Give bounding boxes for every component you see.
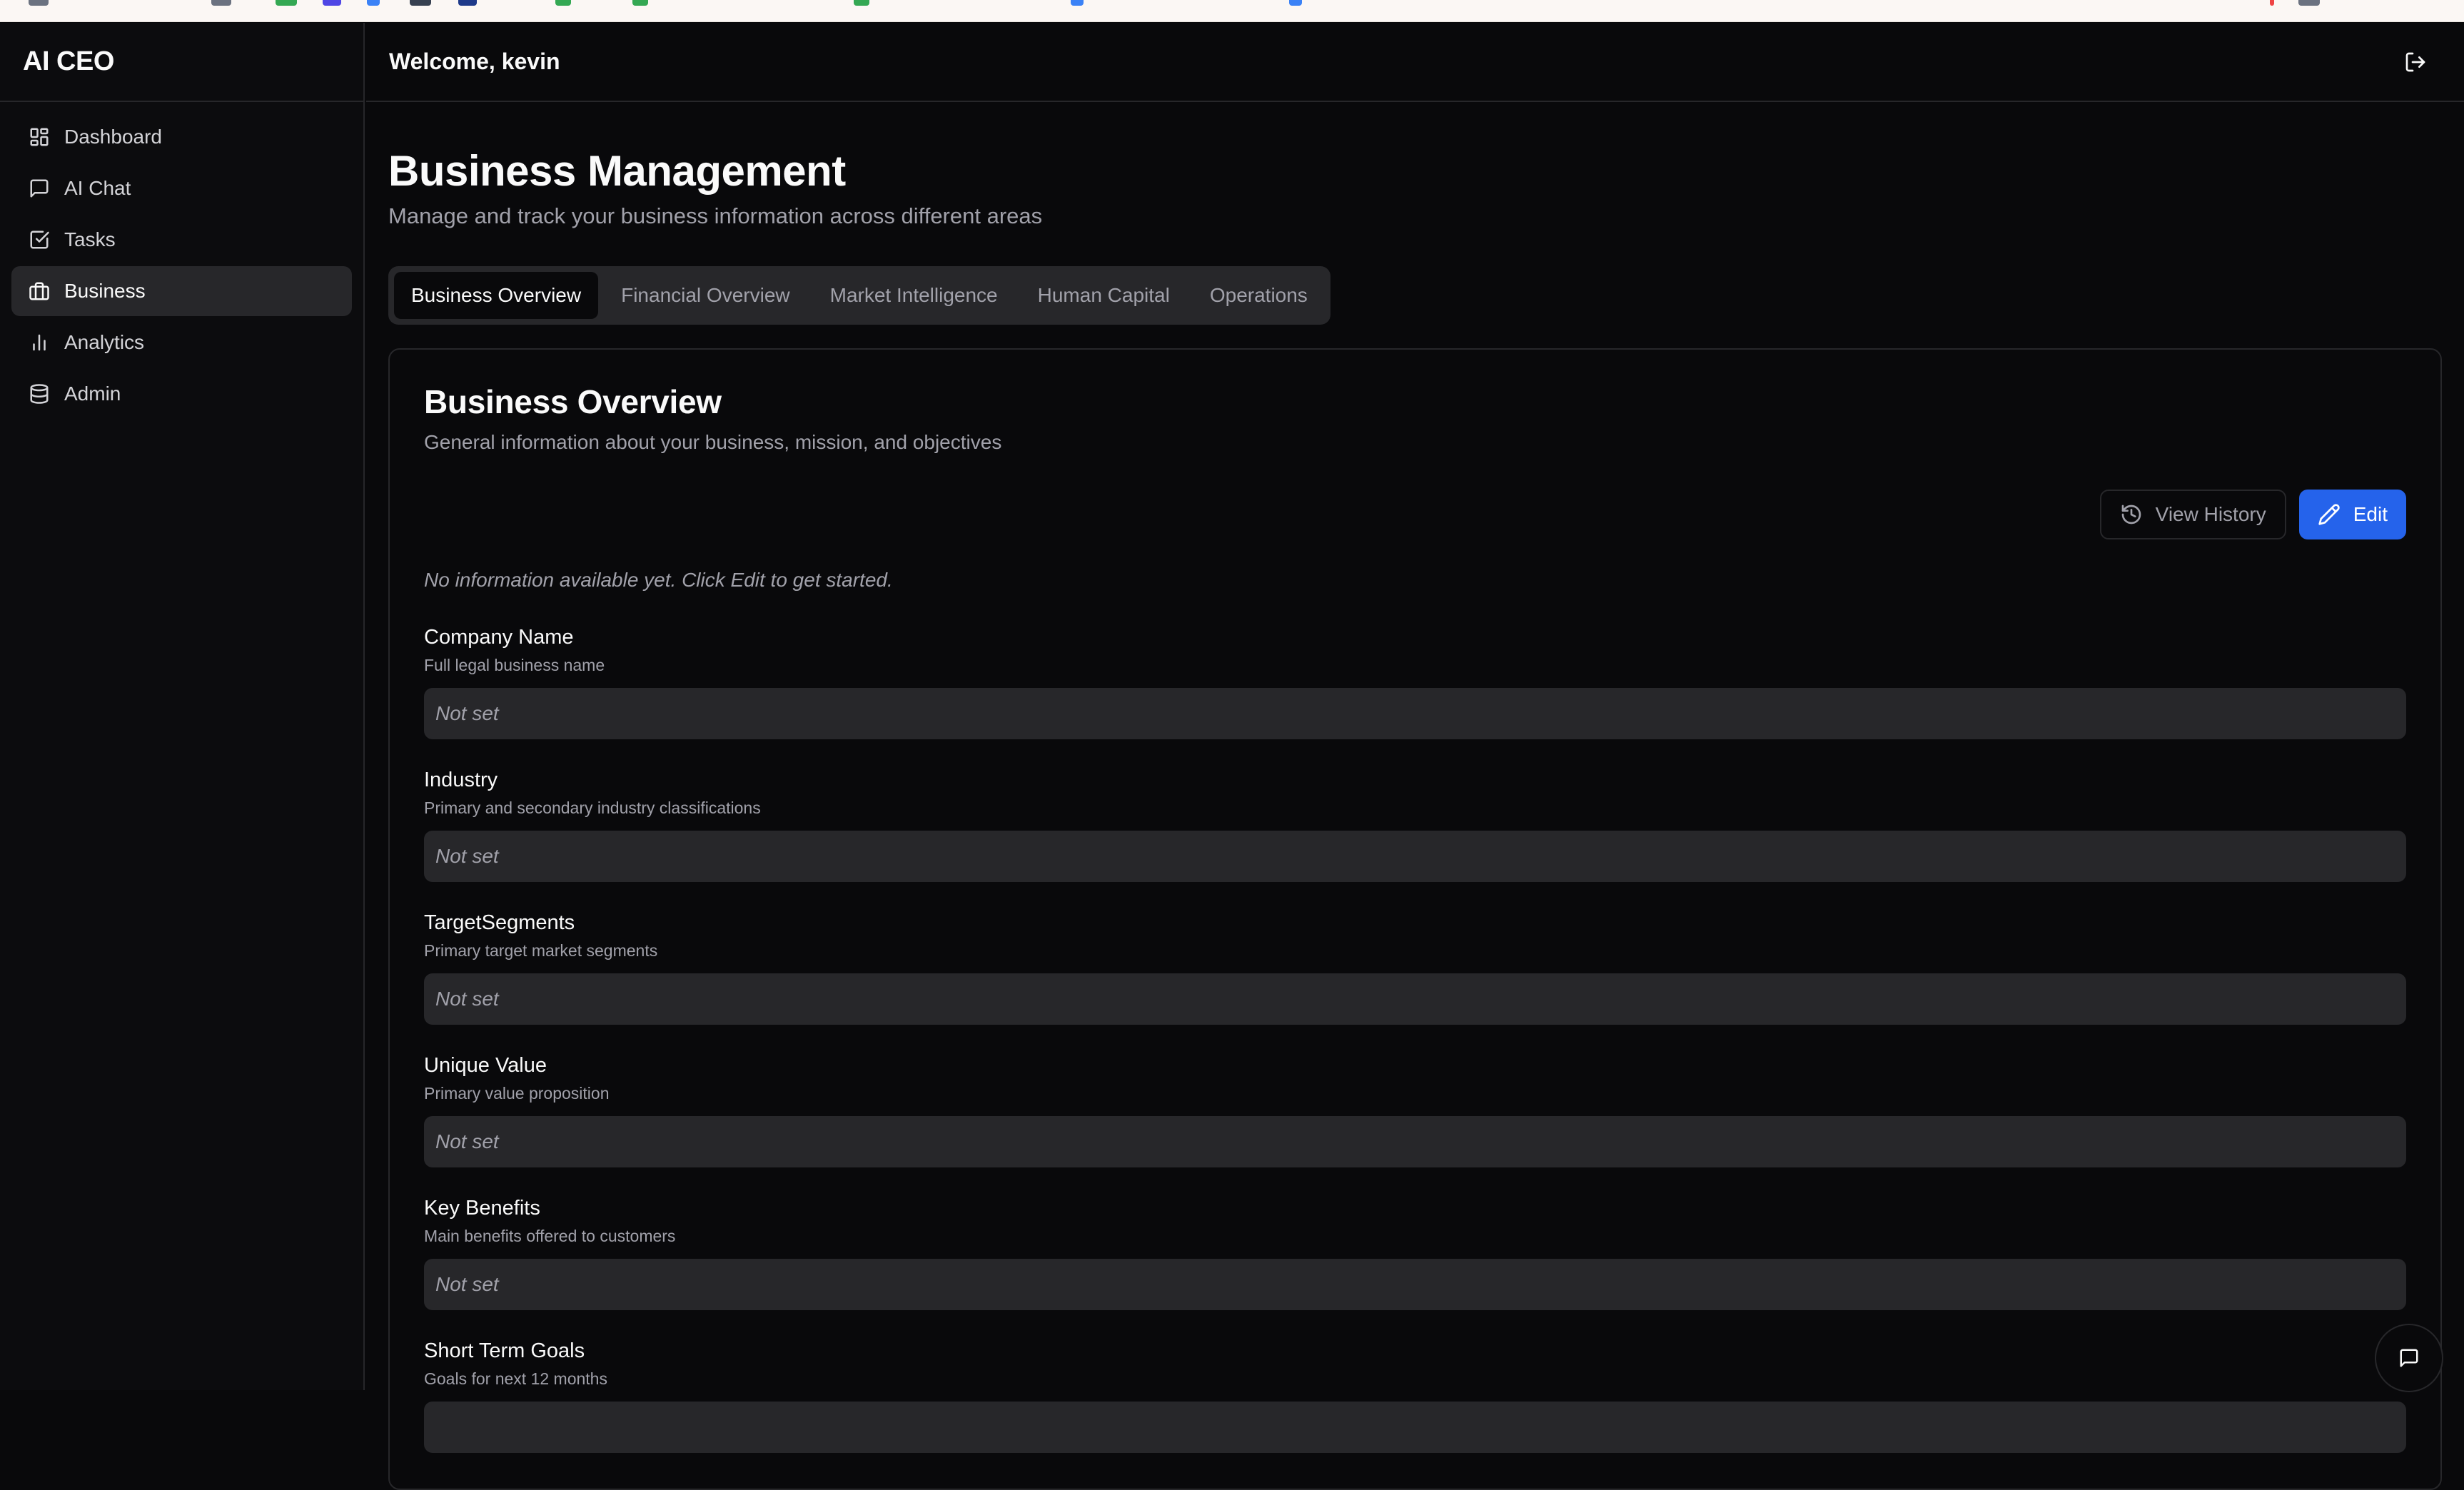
top-header: Welcome, kevin <box>366 23 2464 102</box>
bookmark-stub <box>2270 0 2274 6</box>
bookmark-stub <box>367 0 380 6</box>
field-value[interactable] <box>424 1402 2406 1453</box>
field-value[interactable]: Not set <box>424 688 2406 739</box>
tab-market-intelligence[interactable]: Market Intelligence <box>813 272 1015 319</box>
field-key-benefits: Key Benefits Main benefits offered to cu… <box>424 1197 2406 1339</box>
sidebar-item-dashboard[interactable]: Dashboard <box>11 112 352 162</box>
field-list: Company Name Full legal business name No… <box>424 626 2406 1482</box>
pencil-icon <box>2318 504 2340 525</box>
field-value[interactable]: Not set <box>424 831 2406 882</box>
bookmark-stub <box>555 0 571 6</box>
field-help: Full legal business name <box>424 656 605 674</box>
bar-chart-icon <box>33 334 46 351</box>
sidebar-item-tasks[interactable]: Tasks <box>11 215 352 265</box>
sidebar-item-label: Analytics <box>64 331 145 353</box>
bookmark-stub <box>29 0 49 6</box>
edit-label: Edit <box>2353 503 2388 525</box>
view-history-label: View History <box>2155 503 2266 525</box>
field-target-segments: TargetSegments Primary target market seg… <box>424 911 2406 1054</box>
chat-launcher-button[interactable] <box>2375 1324 2443 1392</box>
sidebar-item-label: Business <box>64 280 146 302</box>
field-company-name: Company Name Full legal business name No… <box>424 626 2406 769</box>
sidebar-item-ai-chat[interactable]: AI Chat <box>11 163 352 213</box>
welcome-text: Welcome, kevin <box>389 49 560 74</box>
bookmark-stub <box>1071 0 1084 6</box>
sidebar-item-label: Admin <box>64 382 121 405</box>
app-title: AI CEO <box>0 23 363 102</box>
briefcase-icon <box>29 282 49 300</box>
main-content: Business Management Manage and track you… <box>366 103 2464 1490</box>
bookmark-stub <box>854 0 869 6</box>
bookmark-stub <box>323 0 341 6</box>
sidebar-item-admin[interactable]: Admin <box>11 369 352 419</box>
logout-icon <box>2405 52 2425 71</box>
field-label: TargetSegments <box>424 911 575 934</box>
sidebar-item-label: Tasks <box>64 228 116 250</box>
sidebar-item-label: AI Chat <box>64 177 131 199</box>
field-label: Industry <box>424 769 498 791</box>
chat-icon <box>2400 1349 2418 1367</box>
bookmark-stub <box>1289 0 1302 6</box>
tab-financial-overview[interactable]: Financial Overview <box>604 272 807 319</box>
card-title: Business Overview <box>424 383 722 420</box>
history-icon <box>2121 505 2141 524</box>
tab-human-capital[interactable]: Human Capital <box>1021 272 1187 319</box>
bookmark-stub <box>2298 0 2320 6</box>
chat-icon <box>30 179 49 198</box>
edit-button[interactable]: Edit <box>2298 490 2406 539</box>
bookmark-stub <box>458 0 477 6</box>
card-subtitle: General information about your business,… <box>424 431 1002 453</box>
bookmark-stub <box>276 0 297 6</box>
empty-state-note: No information available yet. Click Edit… <box>424 569 893 591</box>
sidebar-item-analytics[interactable]: Analytics <box>11 318 352 368</box>
field-short-term-goals: Short Term Goals Goals for next 12 month… <box>424 1339 2406 1482</box>
page-title: Business Management <box>388 147 846 195</box>
field-label: Company Name <box>424 626 574 649</box>
field-unique-value: Unique Value Primary value proposition N… <box>424 1054 2406 1197</box>
app-root: AI CEO Dashboard AI Chat Tasks Business … <box>0 23 2464 1490</box>
page-subtitle: Manage and track your business informati… <box>388 203 1043 228</box>
sidebar-item-business[interactable]: Business <box>11 266 352 316</box>
field-label: Unique Value <box>424 1054 547 1077</box>
field-help: Goals for next 12 months <box>424 1369 607 1388</box>
field-help: Primary value proposition <box>424 1084 610 1103</box>
sidebar: AI CEO Dashboard AI Chat Tasks Business … <box>0 23 365 1390</box>
view-history-button[interactable]: View History <box>2099 490 2286 539</box>
card-actions: View History Edit <box>2099 490 2406 539</box>
field-help: Main benefits offered to customers <box>424 1227 676 1245</box>
bookmark-stub <box>211 0 231 6</box>
bookmark-stub <box>632 0 648 6</box>
field-help: Primary and secondary industry classific… <box>424 799 761 817</box>
logout-button[interactable] <box>2395 42 2435 82</box>
tab-operations[interactable]: Operations <box>1193 272 1325 319</box>
bookmark-stub <box>410 0 431 6</box>
checkbox-icon <box>30 230 49 249</box>
dashboard-icon <box>30 128 49 146</box>
sidebar-nav: Dashboard AI Chat Tasks Business Analyti… <box>0 102 363 430</box>
tab-list: Business Overview Financial Overview Mar… <box>388 266 1331 325</box>
field-value[interactable]: Not set <box>424 1259 2406 1310</box>
field-label: Key Benefits <box>424 1197 540 1220</box>
browser-bookmarks-bar <box>0 0 2464 22</box>
field-value[interactable]: Not set <box>424 1116 2406 1167</box>
tab-business-overview[interactable]: Business Overview <box>394 272 599 319</box>
business-overview-card: Business Overview General information ab… <box>388 348 2442 1490</box>
field-industry: Industry Primary and secondary industry … <box>424 769 2406 911</box>
database-icon <box>30 384 49 404</box>
sidebar-item-label: Dashboard <box>64 126 162 148</box>
field-help: Primary target market segments <box>424 941 658 960</box>
field-value[interactable]: Not set <box>424 973 2406 1025</box>
field-label: Short Term Goals <box>424 1339 585 1362</box>
